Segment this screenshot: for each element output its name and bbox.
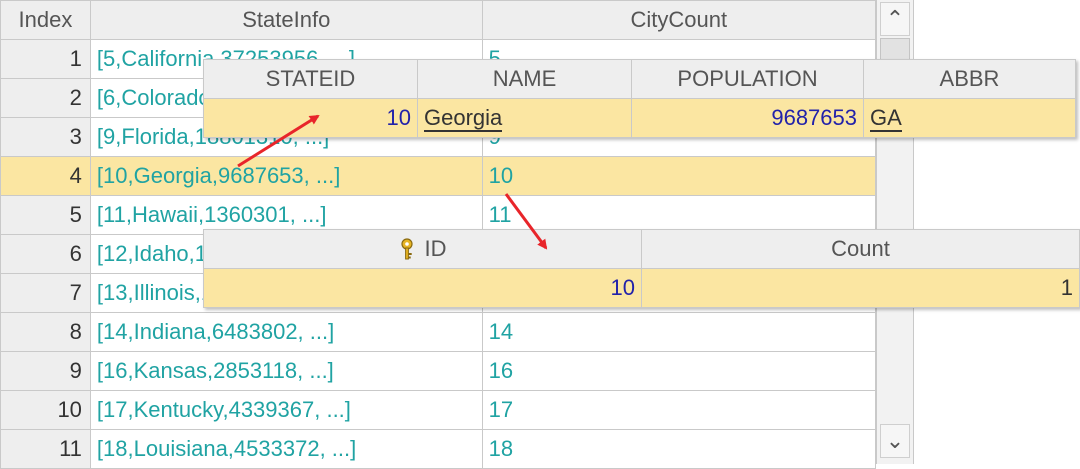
chevron-up-icon[interactable]: ⌃ [880, 2, 910, 36]
citycount-cell[interactable]: 16 [481, 351, 877, 391]
citycount-cell[interactable]: 18 [481, 429, 877, 469]
stateinfo-cell[interactable]: [16,Kansas,2853118, ...] [89, 351, 483, 391]
row-index: 9 [0, 351, 91, 391]
citycount-cell[interactable]: 10 [481, 156, 877, 196]
column-header-citycount[interactable]: CityCount [481, 0, 877, 40]
table-row-selected[interactable]: 4 [10,Georgia,9687653, ...] 10 [0, 156, 877, 196]
row-index: 5 [0, 195, 91, 235]
stateinfo-cell[interactable]: [10,Georgia,9687653, ...] [89, 156, 483, 196]
column-header-id[interactable]: ID [203, 229, 642, 269]
column-header-stateid[interactable]: STATEID [203, 59, 418, 99]
citycount-cell[interactable]: 14 [481, 312, 877, 352]
column-header-abbr[interactable]: ABBR [863, 59, 1076, 99]
population-cell[interactable]: 9687653 [631, 98, 864, 138]
row-index: 3 [0, 117, 91, 157]
row-index: 4 [0, 156, 91, 196]
stateid-cell[interactable]: 10 [203, 98, 418, 138]
table-row[interactable]: 10 [17,Kentucky,4339367, ...] 17 [0, 390, 877, 430]
column-header-stateinfo[interactable]: StateInfo [89, 0, 483, 40]
row-index: 11 [0, 429, 91, 469]
state-popup-row[interactable]: 10 Georgia 9687653 GA [203, 98, 1076, 138]
column-header-name[interactable]: NAME [417, 59, 632, 99]
name-link[interactable]: Georgia [424, 105, 503, 132]
id-cell[interactable]: 10 [203, 268, 642, 308]
table-row[interactable]: 8 [14,Indiana,6483802, ...] 14 [0, 312, 877, 352]
count-cell[interactable]: 1 [641, 268, 1080, 308]
stateinfo-cell[interactable]: [17,Kentucky,4339367, ...] [89, 390, 483, 430]
citycount-cell[interactable]: 17 [481, 390, 877, 430]
column-header-count[interactable]: Count [641, 229, 1080, 269]
table-row[interactable]: 9 [16,Kansas,2853118, ...] 16 [0, 351, 877, 391]
id-header-label: ID [424, 236, 447, 261]
count-detail-popup: ID Count 10 1 [203, 229, 1080, 308]
state-popup-header: STATEID NAME POPULATION ABBR [203, 59, 1076, 99]
abbr-cell[interactable]: GA [863, 98, 1076, 138]
count-popup-header: ID Count [203, 229, 1080, 269]
row-index: 6 [0, 234, 91, 274]
abbr-link[interactable]: GA [870, 105, 902, 132]
stateinfo-cell[interactable]: [14,Indiana,6483802, ...] [89, 312, 483, 352]
name-cell[interactable]: Georgia [417, 98, 632, 138]
column-header-population[interactable]: POPULATION [631, 59, 864, 99]
column-header-index[interactable]: Index [0, 0, 91, 40]
key-icon [400, 238, 413, 260]
main-table-header: Index StateInfo CityCount [0, 0, 877, 40]
row-index: 1 [0, 39, 91, 79]
row-index: 8 [0, 312, 91, 352]
row-index: 2 [0, 78, 91, 118]
stateinfo-cell[interactable]: [18,Louisiana,4533372, ...] [89, 429, 483, 469]
state-detail-popup: STATEID NAME POPULATION ABBR 10 Georgia … [203, 59, 1076, 138]
chevron-down-icon[interactable]: ⌄ [880, 424, 910, 458]
row-index: 10 [0, 390, 91, 430]
count-popup-row[interactable]: 10 1 [203, 268, 1080, 308]
table-row[interactable]: 11 [18,Louisiana,4533372, ...] 18 [0, 429, 877, 469]
row-index: 7 [0, 273, 91, 313]
